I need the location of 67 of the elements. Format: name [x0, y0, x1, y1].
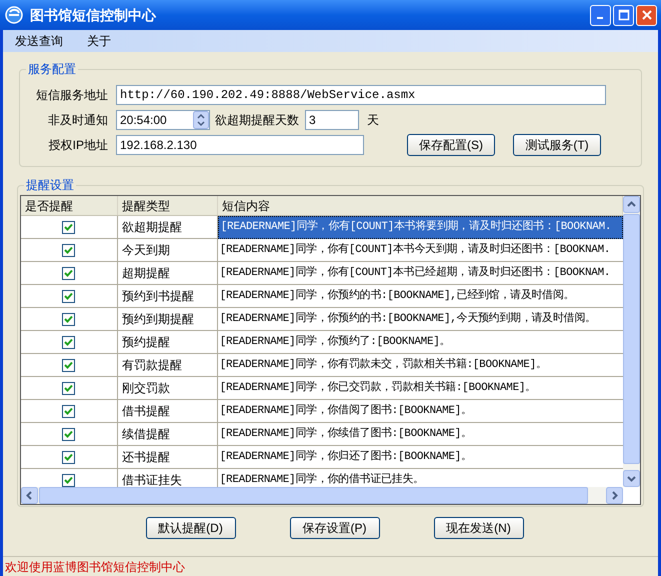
ip-field[interactable]: 192.168.2.130 [116, 135, 364, 155]
button[interactable]: 默认提醒(D) [146, 517, 236, 539]
table-cell[interactable]: [READERNAME]同学，你已交罚款，罚款相关书籍:[BOOKNAME]。 [218, 377, 623, 400]
url-field[interactable]: http://60.190.202.49:8888/WebService.asmx [116, 85, 606, 105]
maximize-icon[interactable] [616, 8, 630, 22]
days-field[interactable]: 3 [305, 110, 359, 130]
table-cell: 预约到期提醒 [118, 308, 218, 331]
button[interactable]: 保存设置(P) [290, 517, 380, 539]
table-cell[interactable]: [READERNAME]同学，你续借了图书:[BOOKNAME]。 [218, 423, 623, 446]
checkbox[interactable] [62, 290, 76, 302]
maximize-button[interactable] [613, 4, 634, 26]
checkbox[interactable] [62, 358, 76, 372]
checkbox[interactable] [62, 266, 76, 280]
button[interactable]: 现在发送(N) [434, 517, 524, 539]
time-spinner[interactable]: 20:54:00 [116, 110, 210, 130]
table-cell[interactable]: [READERNAME]同学，你预约的书:[BOOKNAME],已经到馆，请及时借阅。 [218, 285, 623, 308]
group-title: 提醒设置 [24, 177, 76, 193]
field-label: 欲超期提醒天数 [215, 112, 299, 129]
table-cell[interactable]: [READERNAME]同学，你预约了:[BOOKNAME]。 [218, 331, 623, 354]
button[interactable]: 测试服务(T) [513, 134, 601, 156]
table-cell[interactable]: [READERNAME]同学，你有[COUNT]本书将要到期，请及时归还图书：[BOOKNAM. [218, 216, 623, 239]
close-icon[interactable] [640, 8, 654, 22]
table-cell: 有罚款提醒 [118, 354, 218, 377]
table-cell[interactable]: [READERNAME]同学，你借阅了图书:[BOOKNAME]。 [218, 400, 623, 423]
checkbox[interactable] [62, 220, 76, 234]
table-cell[interactable]: [READERNAME]同学，你有[COUNT]本书已经超期，请及时归还图书：[BOOKNAM. [218, 262, 623, 285]
menu-item[interactable]: 关于 [83, 32, 115, 50]
checkbox[interactable] [62, 404, 76, 418]
table-cell[interactable]: [READERNAME]同学，你归还了图书:[BOOKNAME]。 [218, 446, 623, 469]
table-cell[interactable]: [READERNAME]同学，你有罚款未交，罚款相关书籍:[BOOKNAME]。 [218, 354, 623, 377]
table-cell: 还书提醒 [118, 446, 218, 469]
table-cell[interactable]: [READERNAME]同学，你有[COUNT]本书今天到期，请及时归还图书：[BOOKNAM. [218, 239, 623, 262]
minimize-button[interactable] [590, 4, 611, 26]
checkbox[interactable] [62, 428, 76, 440]
checkbox[interactable] [62, 244, 76, 256]
checkbox[interactable] [62, 312, 76, 326]
checkbox[interactable] [62, 382, 76, 394]
table-cell[interactable]: [READERNAME]同学，你预约的书:[BOOKNAME],今天预约到期，请及时借阅。 [218, 308, 623, 331]
checkbox[interactable] [62, 450, 76, 464]
checkbox[interactable] [62, 474, 76, 486]
scroll-up-icon[interactable] [623, 196, 640, 213]
group-title: 服务配置 [26, 61, 78, 77]
field-label: 授权IP地址 [48, 137, 108, 154]
unit-label: 天 [367, 112, 379, 129]
table-cell: 借书提醒 [118, 400, 218, 423]
scroll-right-icon[interactable] [606, 487, 623, 504]
table-cell: 欲超期提醒 [118, 216, 218, 239]
field-label: 短信服务地址 [35, 87, 108, 104]
spinner-arrows-icon[interactable] [193, 111, 209, 129]
checkbox[interactable] [62, 336, 76, 348]
button[interactable]: 保存配置(S) [407, 134, 495, 156]
column-header[interactable]: 提醒类型 [118, 196, 218, 215]
scroll-down-icon[interactable] [623, 470, 640, 487]
table-cell: 刚交罚款 [118, 377, 218, 400]
column-header[interactable]: 是否提醒 [21, 196, 118, 215]
status-text: 欢迎使用蓝博图书馆短信控制中心 [5, 558, 185, 576]
scroll-left-icon[interactable] [21, 487, 38, 504]
table-cell: 今天到期 [118, 239, 218, 262]
field-label: 非及时通知 [47, 112, 108, 129]
table-cell: 超期提醒 [118, 262, 218, 285]
app-icon [4, 5, 24, 25]
window-title: 图书馆短信控制中心 [30, 6, 158, 24]
table-cell: 续借提醒 [118, 423, 218, 446]
table-cell: 预约提醒 [118, 331, 218, 354]
close-button[interactable] [636, 4, 657, 26]
table-cell: 预约到书提醒 [118, 285, 218, 308]
menu-item[interactable]: 发送查询 [11, 32, 67, 50]
